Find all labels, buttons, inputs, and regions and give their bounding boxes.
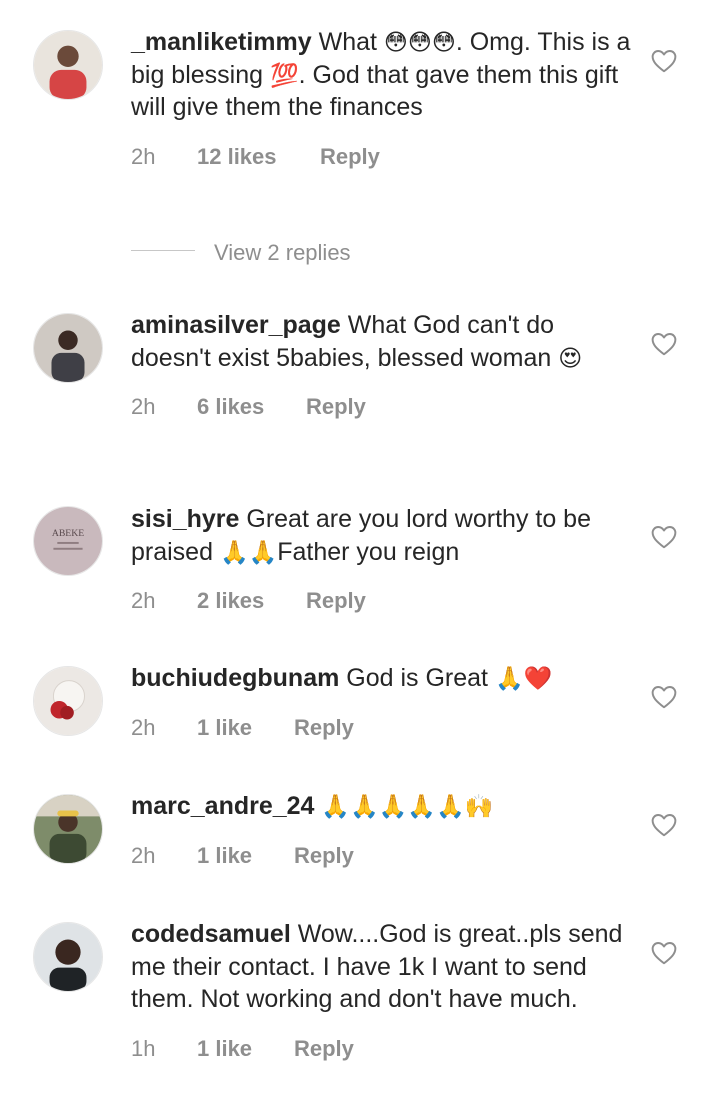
avatar[interactable] bbox=[33, 922, 103, 992]
avatar[interactable] bbox=[33, 666, 103, 736]
like-heart-icon[interactable] bbox=[651, 332, 677, 356]
comment-likes[interactable]: 1 like bbox=[197, 1034, 294, 1064]
comment-body: Father you reign bbox=[277, 537, 460, 566]
comment-emoji: 🙏❤️ bbox=[494, 665, 553, 691]
like-heart-icon[interactable] bbox=[651, 525, 677, 549]
comment-time: 2h bbox=[131, 143, 156, 169]
comment-username[interactable]: _manliketimmy bbox=[131, 28, 312, 56]
comment-emoji: 🙏🙏 bbox=[219, 538, 278, 565]
comment-meta: 2h 1 like Reply bbox=[131, 841, 631, 871]
comment-body: What bbox=[318, 28, 384, 56]
comment-meta: 2h 6 likes Reply bbox=[131, 392, 631, 422]
comment-time: 2h bbox=[131, 842, 156, 868]
avatar[interactable] bbox=[33, 794, 103, 864]
comment-time: 1h bbox=[131, 1035, 156, 1061]
comment-username[interactable]: buchiudegbunam bbox=[131, 664, 339, 692]
reply-button[interactable]: Reply bbox=[306, 392, 366, 422]
comment-text: codedsamuel Wow....God is great..pls sen… bbox=[131, 918, 631, 1016]
comment-emoji: 🙏🙏🙏🙏🙏🙌 bbox=[321, 793, 494, 819]
comment-likes[interactable]: 2 likes bbox=[197, 586, 306, 616]
comment-text: _manliketimmy What 😳😳😳. Omg. This is a b… bbox=[131, 26, 631, 124]
comment-likes[interactable]: 1 like bbox=[197, 713, 294, 743]
comment-username[interactable]: codedsamuel bbox=[131, 920, 291, 948]
replies-divider bbox=[131, 250, 195, 251]
comment-meta: 2h 2 likes Reply bbox=[131, 586, 631, 616]
comment-emoji: 💯 bbox=[269, 61, 299, 88]
comment-text: aminasilver_page What God can't do doesn… bbox=[131, 309, 631, 374]
comment-time: 2h bbox=[131, 394, 156, 419]
svg-text:ABEKE: ABEKE bbox=[52, 528, 84, 539]
like-heart-icon[interactable] bbox=[651, 685, 677, 709]
comment-body: God is Great bbox=[346, 664, 495, 692]
comment-username[interactable]: aminasilver_page bbox=[131, 311, 341, 339]
view-replies-label[interactable]: View 2 replies bbox=[214, 238, 351, 268]
like-heart-icon[interactable] bbox=[651, 49, 677, 73]
comment-text: marc_andre_24 🙏🙏🙏🙏🙏🙌 bbox=[131, 790, 631, 823]
like-heart-icon[interactable] bbox=[651, 941, 677, 965]
reply-button[interactable]: Reply bbox=[306, 586, 366, 616]
avatar[interactable] bbox=[33, 313, 103, 383]
comment-text: buchiudegbunam God is Great 🙏❤️ bbox=[131, 662, 631, 695]
comment-username[interactable]: sisi_hyre bbox=[131, 505, 239, 533]
comment-time: 2h bbox=[131, 588, 156, 613]
comment-meta: 2h 12 likes Reply bbox=[131, 142, 631, 172]
comment-emoji: 😳😳😳 bbox=[383, 29, 456, 55]
reply-button[interactable]: Reply bbox=[294, 1034, 354, 1064]
comment-emoji: 😍 bbox=[558, 344, 583, 371]
like-heart-icon[interactable] bbox=[651, 813, 677, 837]
comment-likes[interactable]: 6 likes bbox=[197, 392, 306, 422]
comment-username[interactable]: marc_andre_24 bbox=[131, 792, 314, 820]
comment-meta: 1h 1 like Reply bbox=[131, 1034, 631, 1064]
avatar[interactable] bbox=[33, 30, 103, 100]
comment-text: sisi_hyre Great are you lord worthy to b… bbox=[131, 503, 631, 568]
comment-meta: 2h 1 like Reply bbox=[131, 713, 631, 743]
avatar[interactable]: ABEKE bbox=[33, 506, 103, 576]
reply-button[interactable]: Reply bbox=[294, 713, 354, 743]
reply-button[interactable]: Reply bbox=[320, 142, 380, 172]
reply-button[interactable]: Reply bbox=[294, 841, 354, 871]
comment-likes[interactable]: 1 like bbox=[197, 841, 294, 871]
comment-time: 2h bbox=[131, 714, 156, 740]
comment-likes[interactable]: 12 likes bbox=[197, 142, 320, 172]
